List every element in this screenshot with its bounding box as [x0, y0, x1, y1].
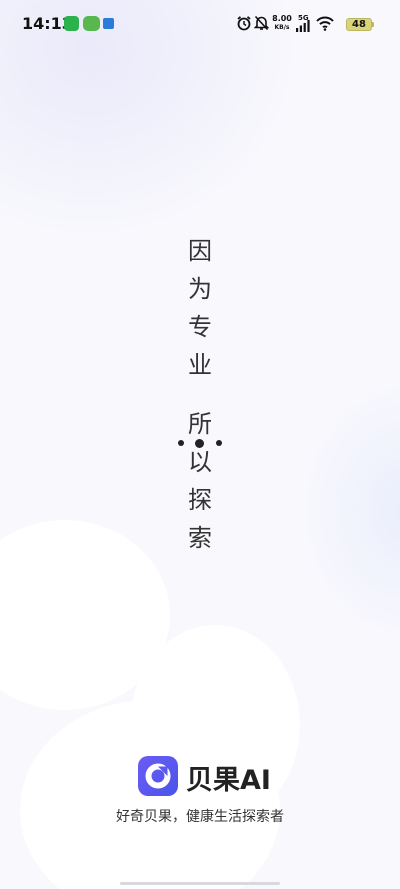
- mini-app-icon: [103, 18, 114, 29]
- background-glow: [300, 380, 400, 640]
- loading-dot: [178, 440, 184, 446]
- logo-ring-icon: [145, 763, 171, 789]
- network-speed: 8.00 KB/s: [268, 14, 296, 32]
- alarm-icon: [237, 16, 251, 31]
- loading-dot: [216, 440, 222, 446]
- loading-dot: [195, 439, 204, 448]
- wechat-icon: [64, 16, 79, 31]
- battery-icon: 48: [346, 18, 372, 31]
- slogan-char: 所: [188, 410, 212, 438]
- game-app-icon: [83, 16, 100, 31]
- slogan-char: 专: [188, 313, 212, 341]
- slogan-char: 为: [188, 275, 212, 303]
- wifi-icon: [316, 16, 334, 31]
- slogan-char: 索: [188, 524, 212, 552]
- app-name: 贝果AI: [186, 765, 271, 796]
- background-shape: [0, 520, 170, 710]
- slogan-line-1: 因 为 专 业: [176, 232, 224, 384]
- mute-icon: [254, 15, 269, 31]
- slogan-line-2: 所 以 探 索: [176, 405, 224, 557]
- network-speed-unit: KB/s: [274, 24, 290, 31]
- network-speed-value: 8.00: [272, 14, 292, 23]
- signal-icon: [296, 20, 310, 32]
- slogan-char: 因: [188, 237, 212, 265]
- battery-tip: [372, 22, 374, 27]
- status-bar: 14:13 8.00 KB/s 5G 48: [0, 0, 400, 48]
- app-logo-icon: [138, 756, 178, 796]
- app-tagline: 好奇贝果，健康生活探索者: [116, 809, 284, 825]
- slogan-char: 以: [188, 448, 212, 476]
- loading-indicator: [178, 439, 222, 448]
- home-indicator[interactable]: [120, 882, 280, 885]
- slogan-char: 探: [188, 486, 212, 514]
- slogan-char: 业: [188, 351, 212, 379]
- splash-screen: 14:13 8.00 KB/s 5G 48 因 为 专 业 所 以 探 索 贝果…: [0, 0, 400, 889]
